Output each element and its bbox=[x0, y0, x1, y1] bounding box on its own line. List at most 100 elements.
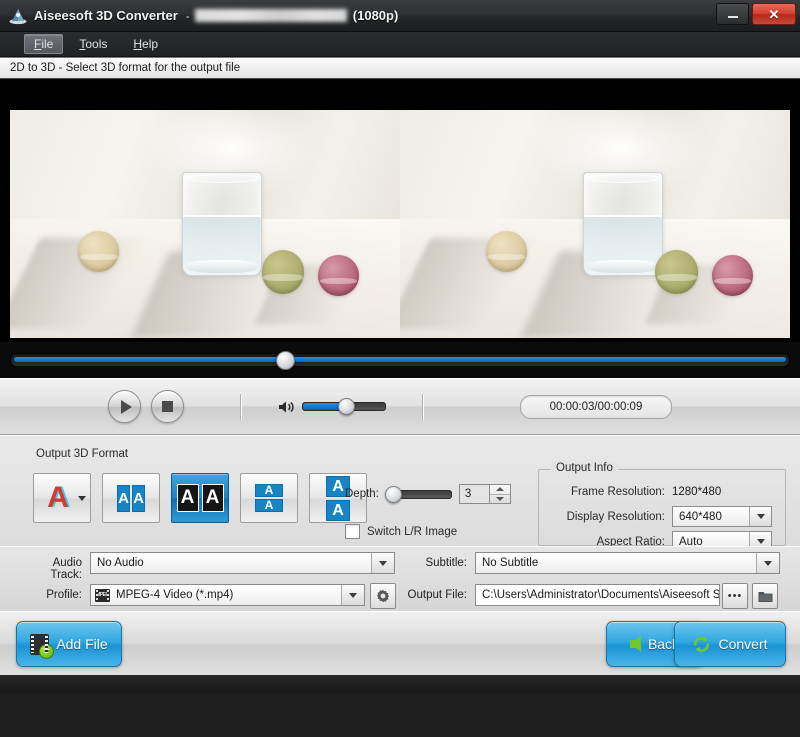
sbs-half-glyph-right: A bbox=[132, 484, 145, 512]
output-format-panel: Output 3D Format A A A A A A A A A Depth… bbox=[0, 435, 800, 552]
redacted-filename bbox=[194, 9, 347, 22]
seek-progress-fill bbox=[14, 357, 786, 362]
menu-item-file[interactable]: File bbox=[24, 34, 64, 54]
transport-divider-1 bbox=[240, 393, 242, 420]
arrow-down-icon bbox=[495, 496, 504, 501]
minimize-button[interactable] bbox=[716, 3, 749, 25]
menu-tools-rest: ools bbox=[85, 37, 108, 51]
browse-path-button[interactable]: ••• bbox=[722, 583, 748, 609]
chevron-down-icon[interactable] bbox=[78, 496, 86, 501]
profile-label: Profile: bbox=[46, 589, 82, 601]
open-folder-button[interactable] bbox=[752, 583, 778, 609]
audio-track-dropdown-arrow[interactable] bbox=[371, 553, 394, 573]
mpeg-icon-text: MPEG bbox=[96, 592, 109, 598]
sbs-full-glyph-left: A bbox=[176, 484, 199, 512]
play-button[interactable] bbox=[108, 390, 141, 423]
subtitle-select[interactable]: No Subtitle bbox=[475, 552, 780, 574]
menu-file-rest: ile bbox=[41, 37, 54, 51]
volume-handle[interactable] bbox=[338, 398, 355, 415]
profile-value: MPEG-4 Video (*.mp4) bbox=[116, 589, 234, 601]
depth-stepper[interactable]: 3 bbox=[458, 484, 511, 504]
depth-slider[interactable] bbox=[384, 485, 452, 503]
transport-divider-2 bbox=[422, 393, 424, 420]
display-resolution-select[interactable]: 640*480 bbox=[672, 506, 772, 527]
folder-icon bbox=[758, 591, 772, 602]
convert-label: Convert bbox=[718, 636, 768, 652]
profile-dropdown-arrow[interactable] bbox=[341, 585, 364, 605]
convert-button[interactable]: Convert bbox=[674, 621, 786, 667]
stop-button[interactable] bbox=[151, 390, 184, 423]
add-file-icon: + bbox=[30, 633, 55, 659]
subtitle-dropdown-arrow[interactable] bbox=[756, 553, 779, 573]
audio-track-label: Audio Track: bbox=[50, 557, 82, 581]
right-eye-preview[interactable] bbox=[400, 110, 790, 338]
preview-area bbox=[0, 79, 800, 342]
depth-label: Depth: bbox=[345, 488, 379, 500]
sbs-half-glyph-left: A bbox=[117, 484, 130, 512]
convert-refresh-icon bbox=[692, 635, 711, 654]
menu-item-tools[interactable]: Tools bbox=[69, 34, 117, 54]
subtitle-value: No Subtitle bbox=[482, 557, 539, 569]
title-separator: - bbox=[185, 8, 190, 23]
chevron-down-icon bbox=[756, 539, 765, 544]
subtitle-label: Subtitle: bbox=[425, 557, 467, 569]
output-file-input[interactable]: C:\Users\Administrator\Documents\Aiseeso… bbox=[475, 584, 720, 606]
ellipsis-icon: ••• bbox=[727, 589, 743, 602]
status-text: 2D to 3D - Select 3D format for the outp… bbox=[10, 62, 241, 74]
top-bottom-half-button[interactable]: A A bbox=[240, 473, 298, 523]
tb-half-icon: A A bbox=[255, 484, 283, 512]
close-button[interactable]: ✕ bbox=[752, 3, 796, 25]
gear-icon bbox=[376, 589, 390, 603]
menu-help-rest: elp bbox=[142, 37, 159, 51]
display-resolution-label: Display Resolution: bbox=[566, 510, 665, 523]
plus-badge-icon: + bbox=[39, 643, 55, 659]
chevron-down-icon bbox=[756, 514, 765, 519]
output-file-label: Output File: bbox=[407, 589, 467, 601]
depth-value[interactable]: 3 bbox=[458, 484, 489, 504]
format-button-group: A A A A A A A A A bbox=[33, 473, 367, 523]
output-file-value: C:\Users\Administrator\Documents\Aiseeso… bbox=[482, 589, 719, 601]
side-by-side-half-button[interactable]: A A bbox=[102, 473, 160, 523]
seek-slider[interactable] bbox=[10, 351, 790, 370]
profile-select[interactable]: MPEG MPEG-4 Video (*.mp4) bbox=[90, 584, 365, 606]
chevron-down-icon bbox=[379, 560, 387, 566]
depth-handle[interactable] bbox=[384, 485, 402, 503]
chevron-down-icon bbox=[349, 592, 357, 598]
menu-help-mnemonic: H bbox=[133, 37, 143, 51]
frame-resolution-label: Frame Resolution: bbox=[571, 485, 665, 498]
volume-control bbox=[278, 398, 386, 415]
profile-settings-button[interactable] bbox=[370, 583, 396, 609]
speaker-icon[interactable] bbox=[278, 400, 295, 414]
play-icon bbox=[120, 399, 132, 414]
anaglyph-format-button[interactable]: A bbox=[33, 473, 91, 523]
close-icon: ✕ bbox=[768, 6, 780, 22]
output-format-label: Output 3D Format bbox=[36, 448, 129, 460]
add-file-button[interactable]: + Add File bbox=[16, 621, 122, 667]
status-bar: 2D to 3D - Select 3D format for the outp… bbox=[0, 57, 800, 79]
stop-icon bbox=[162, 401, 173, 412]
audio-track-select[interactable]: No Audio bbox=[90, 552, 395, 574]
switch-lr-row[interactable]: Switch L/R Image bbox=[345, 524, 457, 539]
frame-resolution-row: Frame Resolution: 1280*480 bbox=[539, 479, 785, 504]
seek-bar-container bbox=[0, 342, 800, 378]
seek-handle[interactable] bbox=[275, 351, 295, 370]
side-by-side-full-button[interactable]: A A bbox=[171, 473, 229, 523]
anaglyph-a-icon: A bbox=[47, 481, 69, 514]
display-resolution-value: 640*480 bbox=[679, 510, 722, 523]
transport-bar: 00:00:03/00:00:09 bbox=[0, 378, 800, 435]
title-resolution: (1080p) bbox=[352, 8, 399, 23]
depth-increment-button[interactable] bbox=[489, 485, 510, 495]
window-bottom-edge bbox=[0, 675, 800, 693]
display-resolution-row: Display Resolution: 640*480 bbox=[539, 504, 785, 529]
left-eye-preview[interactable] bbox=[10, 110, 400, 338]
switch-lr-checkbox[interactable] bbox=[345, 524, 360, 539]
depth-decrement-button[interactable] bbox=[490, 495, 510, 504]
menu-item-help[interactable]: Help bbox=[123, 34, 168, 54]
depth-control: Depth: 3 bbox=[345, 484, 511, 504]
back-arrow-icon bbox=[629, 636, 641, 652]
menu-bar: File Tools Help bbox=[0, 32, 800, 57]
window-controls: ✕ bbox=[716, 3, 796, 25]
time-display: 00:00:03/00:00:09 bbox=[520, 394, 672, 419]
volume-slider[interactable] bbox=[302, 398, 386, 415]
display-resolution-dropdown-arrow[interactable] bbox=[749, 507, 771, 526]
